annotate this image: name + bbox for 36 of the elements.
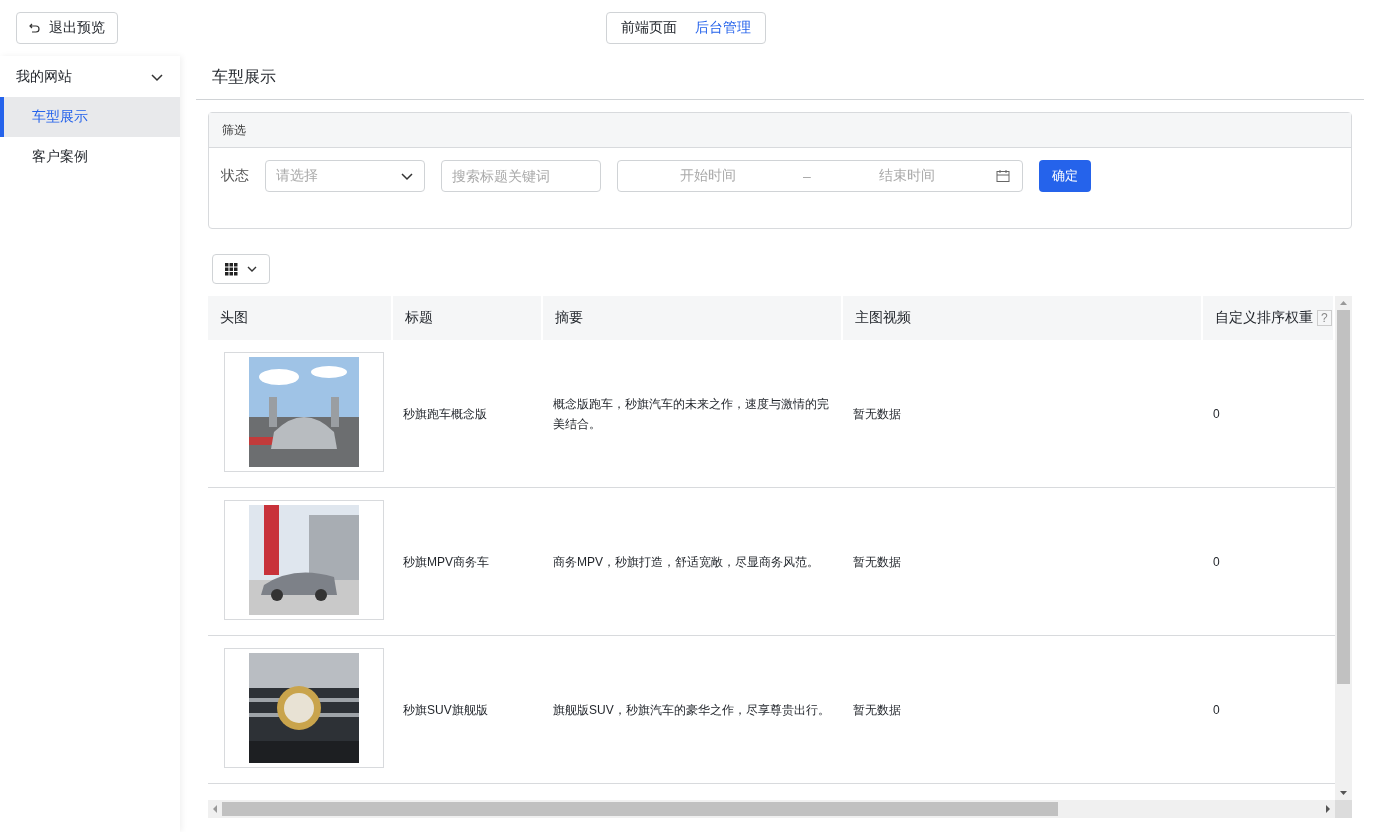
- page-title: 车型展示: [196, 56, 1364, 100]
- scrollbar-corner: [1335, 800, 1352, 818]
- table-cell-text: 旗舰版SUV，秒旗汽车的豪华之作，尽享尊贵出行。: [553, 701, 830, 719]
- view-switch-button[interactable]: [212, 254, 270, 284]
- grid-icon: [224, 262, 238, 276]
- column-title: 自定义排序权重: [1215, 309, 1313, 327]
- confirm-button[interactable]: 确定: [1039, 160, 1091, 192]
- vertical-scrollbar[interactable]: [1335, 296, 1352, 800]
- column-title: 摘要: [555, 309, 583, 327]
- column-title: 主图视频: [855, 309, 911, 327]
- table-cell-text: 暂无数据: [853, 553, 901, 571]
- help-icon[interactable]: ?: [1317, 310, 1332, 326]
- sidebar-group[interactable]: 我的网站: [0, 57, 180, 97]
- table-cell-text: 秒旗MPV商务车: [403, 553, 489, 571]
- column-title: 标题: [405, 309, 433, 327]
- sidebar-item[interactable]: 车型展示: [0, 97, 180, 137]
- table-cell-text: 概念版跑车，秒旗汽车的未来之作，速度与激情的完美结合。: [553, 395, 830, 433]
- table-cell-text: 秒旗跑车概念版: [403, 405, 487, 423]
- search-field[interactable]: 搜索标题关键词: [441, 160, 601, 192]
- table-cell-text: 商务MPV，秒旗打造，舒适宽敞，尽显商务风范。: [553, 553, 819, 571]
- table-cell-text: 暂无数据: [853, 405, 901, 423]
- calendar-icon: [996, 169, 1010, 183]
- filter-title: 筛选: [209, 113, 1351, 148]
- table-cell-text: 秒旗SUV旗舰版: [403, 701, 488, 719]
- table-cell-text: 0: [1213, 405, 1220, 423]
- exit-preview-button[interactable]: 退出预览: [16, 12, 118, 44]
- column-title: 头图: [220, 309, 248, 327]
- status-label: 状态: [221, 167, 249, 185]
- table-cell-text: 0: [1213, 553, 1220, 571]
- sidebar-item[interactable]: 客户案例: [0, 137, 180, 177]
- mode-tab[interactable]: 前端页面: [621, 19, 677, 37]
- table-cell-text: 暂无数据: [853, 701, 901, 719]
- mode-tab[interactable]: 后台管理: [695, 19, 751, 37]
- return-icon: [29, 22, 41, 34]
- horizontal-scrollbar[interactable]: [208, 800, 1335, 818]
- table-cell-text: 0: [1213, 701, 1220, 719]
